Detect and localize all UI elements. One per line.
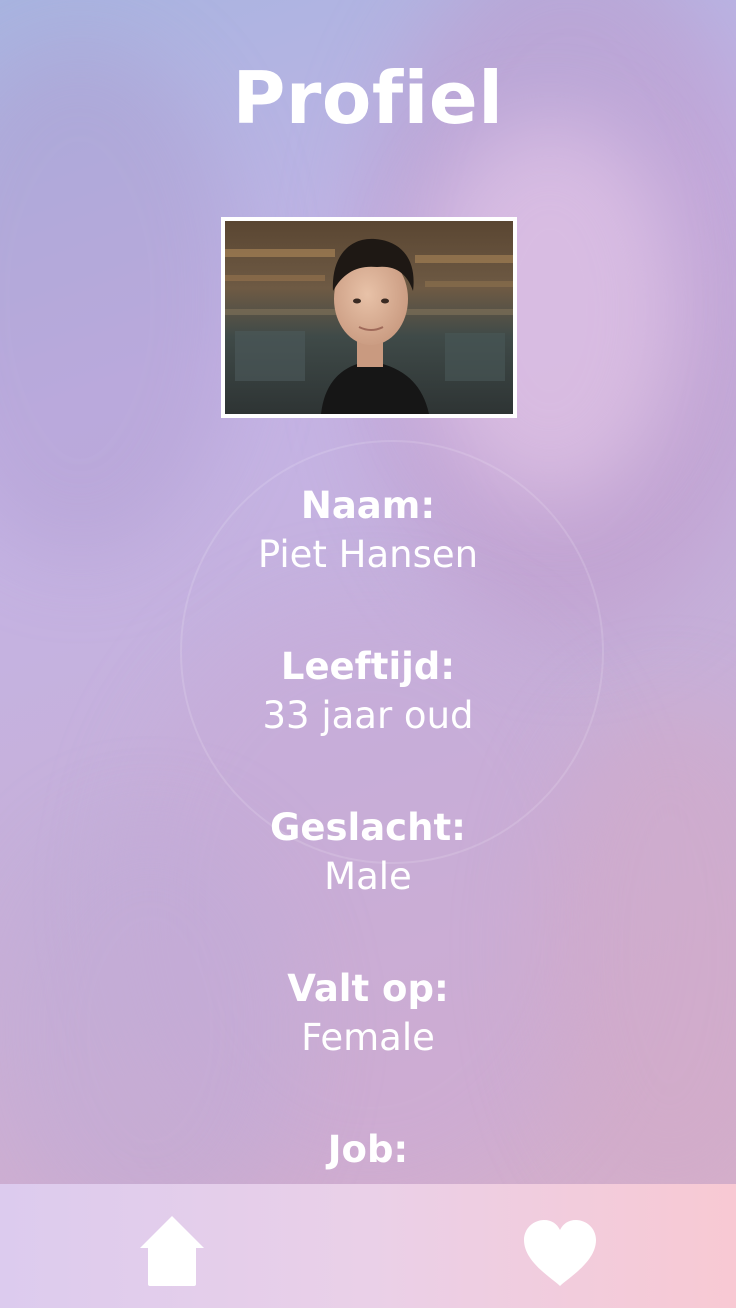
field-preference: Valt op: Female [0, 965, 736, 1126]
profile-details: Naam: Piet Hansen Leeftijd: 33 jaar oud … [0, 482, 736, 1287]
field-label: Naam: [300, 484, 436, 527]
heart-icon [524, 1220, 596, 1286]
field-value: Female [301, 1016, 435, 1059]
page-title: Profiel [232, 56, 504, 140]
field-value: Male [324, 855, 412, 898]
nav-home-button[interactable] [138, 1214, 206, 1288]
nav-favorites-button[interactable] [522, 1218, 598, 1288]
field-value: 33 jaar oud [262, 694, 474, 737]
bottom-nav [0, 1184, 736, 1308]
profile-photo [221, 217, 517, 418]
field-label: Leeftijd: [280, 645, 456, 688]
field-value: Piet Hansen [257, 533, 479, 576]
field-label: Job: [327, 1128, 409, 1171]
field-name: Naam: Piet Hansen [0, 482, 736, 643]
field-age: Leeftijd: 33 jaar oud [0, 643, 736, 804]
field-label: Valt op: [287, 967, 449, 1010]
field-gender: Geslacht: Male [0, 804, 736, 965]
field-label: Geslacht: [270, 806, 466, 849]
home-icon [140, 1216, 204, 1286]
